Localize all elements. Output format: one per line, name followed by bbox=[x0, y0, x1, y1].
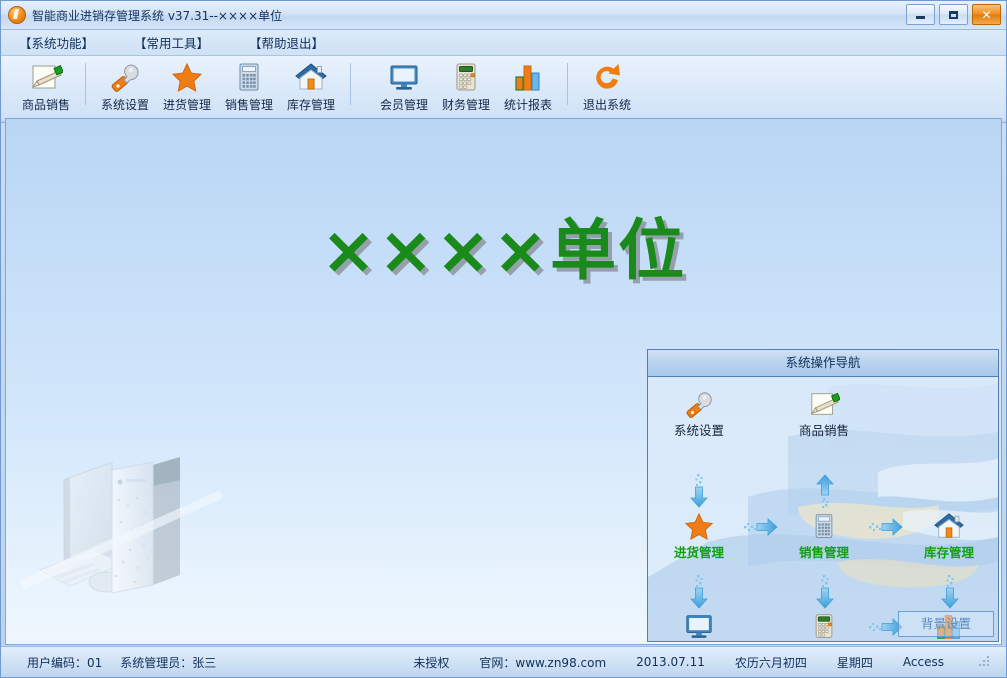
toolbar-label: 会员管理 bbox=[379, 98, 428, 112]
minimize-button[interactable] bbox=[906, 4, 935, 25]
status-weekday: 星期四 bbox=[836, 655, 873, 670]
menu-bar: 【系统功能】 【常用工具】 【帮助退出】 bbox=[1, 30, 1006, 56]
status-bar: 用户编码：01 系统管理员：张三 未授权 官网：www.zn98.com 201… bbox=[1, 646, 1006, 677]
star-icon bbox=[171, 60, 203, 94]
application-window: 智能商业进销存管理系统 v37.31--××××单位 ✕ 【系统功能】 【常用工… bbox=[0, 0, 1007, 678]
nav-label: 进货管理 bbox=[673, 545, 724, 560]
toolbar-label: 财务管理 bbox=[441, 98, 490, 112]
navigation-panel-title: 系统操作导航 bbox=[648, 350, 998, 377]
nav-finance-management[interactable]: 财务管理 bbox=[781, 607, 867, 641]
star-icon bbox=[656, 507, 742, 541]
toolbar-sales-management[interactable]: 销售管理 bbox=[218, 60, 280, 113]
window-controls: ✕ bbox=[906, 4, 1001, 25]
hand-writing-icon bbox=[29, 60, 63, 94]
toolbar-label: 系统设置 bbox=[100, 98, 149, 112]
calculator-color-icon bbox=[781, 607, 867, 641]
computer-illustration bbox=[20, 457, 223, 594]
status-database: Access bbox=[902, 655, 944, 669]
nav-inventory-management[interactable]: 库存管理 bbox=[906, 507, 992, 561]
hand-writing-icon bbox=[781, 385, 867, 419]
toolbar-separator bbox=[350, 63, 351, 105]
toolbar-inventory-management[interactable]: 库存管理 bbox=[280, 60, 342, 113]
status-user-code: 用户编码：01 bbox=[27, 655, 103, 670]
arrow-right-icon bbox=[743, 517, 779, 541]
toolbar-label: 库存管理 bbox=[286, 98, 335, 112]
title-bar: 智能商业进销存管理系统 v37.31--××××单位 ✕ bbox=[1, 1, 1006, 30]
calculator-icon bbox=[781, 507, 867, 541]
menu-system-functions[interactable]: 【系统功能】 bbox=[19, 33, 94, 52]
nav-member-management[interactable]: 会员管理 bbox=[656, 607, 742, 641]
background-settings-button[interactable]: 背景设置 bbox=[898, 611, 994, 637]
status-website: 官网：www.zn98.com bbox=[479, 655, 607, 670]
maximize-icon bbox=[949, 10, 958, 19]
toolbar-statistics-report[interactable]: 统计报表 bbox=[497, 60, 559, 113]
arrow-right-icon bbox=[868, 517, 904, 541]
bar-chart-icon bbox=[512, 60, 544, 94]
status-right-group: 未授权 官网：www.zn98.com 2013.07.11 农历六月初四 星期… bbox=[413, 654, 1006, 671]
status-date: 2013.07.11 bbox=[636, 655, 705, 669]
app-logo-icon bbox=[8, 6, 26, 24]
menu-help-exit[interactable]: 【帮助退出】 bbox=[249, 33, 324, 52]
maximize-button[interactable] bbox=[939, 4, 968, 25]
status-admin-name: 系统管理员：张三 bbox=[120, 655, 217, 670]
calculator-color-icon bbox=[450, 60, 482, 94]
workspace: ××××单位 系统操作导航 系统设置 商品销售 进货管理 销售管理 库存管理 背… bbox=[5, 118, 1002, 645]
toolbar-system-settings[interactable]: 系统设置 bbox=[94, 60, 156, 113]
status-left-group: 用户编码：01 系统管理员：张三 bbox=[1, 654, 216, 671]
navigation-panel: 系统操作导航 系统设置 商品销售 进货管理 销售管理 库存管理 背景设置 bbox=[647, 349, 999, 642]
menu-common-tools[interactable]: 【常用工具】 bbox=[134, 33, 209, 52]
close-icon: ✕ bbox=[981, 7, 992, 22]
close-button[interactable]: ✕ bbox=[972, 4, 1001, 25]
page-title: ××××单位 bbox=[320, 212, 687, 289]
toolbar-label: 销售管理 bbox=[224, 98, 273, 112]
nav-label: 销售管理 bbox=[798, 545, 849, 560]
main-toolbar: 商品销售 系统设置 进货管理 销售管理 库存管理 会员管理 财务管理 统计报表 … bbox=[1, 56, 1006, 123]
house-icon bbox=[906, 507, 992, 541]
toolbar-separator bbox=[567, 63, 568, 105]
nav-goods-sales[interactable]: 商品销售 bbox=[781, 385, 867, 439]
exit-arrow-icon bbox=[591, 60, 623, 94]
toolbar-exit-system[interactable]: 退出系统 bbox=[576, 60, 638, 113]
navigation-panel-body: 系统设置 商品销售 进货管理 销售管理 库存管理 背景设置 bbox=[648, 377, 998, 641]
window-title: 智能商业进销存管理系统 v37.31--××××单位 bbox=[32, 8, 283, 23]
toolbar-member-management[interactable]: 会员管理 bbox=[373, 60, 435, 113]
toolbar-label: 商品销售 bbox=[21, 98, 70, 112]
toolbar-label: 进货管理 bbox=[162, 98, 211, 112]
nav-label: 商品销售 bbox=[798, 423, 849, 438]
monitor-icon bbox=[656, 607, 742, 641]
toolbar-label: 统计报表 bbox=[503, 98, 552, 112]
status-license: 未授权 bbox=[413, 655, 450, 670]
house-icon bbox=[294, 60, 328, 94]
monitor-icon bbox=[388, 60, 420, 94]
calculator-icon bbox=[233, 60, 265, 94]
toolbar-finance-management[interactable]: 财务管理 bbox=[435, 60, 497, 113]
status-lunar-date: 农历六月初四 bbox=[734, 655, 807, 670]
minimize-icon bbox=[916, 15, 925, 19]
wrench-screwdriver-icon bbox=[109, 60, 141, 94]
nav-purchase-management[interactable]: 进货管理 bbox=[656, 507, 742, 561]
nav-label: 库存管理 bbox=[923, 545, 974, 560]
toolbar-purchase-management[interactable]: 进货管理 bbox=[156, 60, 218, 113]
toolbar-separator bbox=[85, 63, 86, 105]
nav-system-settings[interactable]: 系统设置 bbox=[656, 385, 742, 439]
toolbar-goods-sales[interactable]: 商品销售 bbox=[15, 60, 77, 113]
toolbar-label: 退出系统 bbox=[582, 98, 631, 112]
wrench-screwdriver-icon bbox=[656, 385, 742, 419]
resize-grip-icon[interactable] bbox=[978, 656, 990, 668]
nav-sales-management[interactable]: 销售管理 bbox=[781, 507, 867, 561]
nav-label: 系统设置 bbox=[673, 423, 724, 438]
